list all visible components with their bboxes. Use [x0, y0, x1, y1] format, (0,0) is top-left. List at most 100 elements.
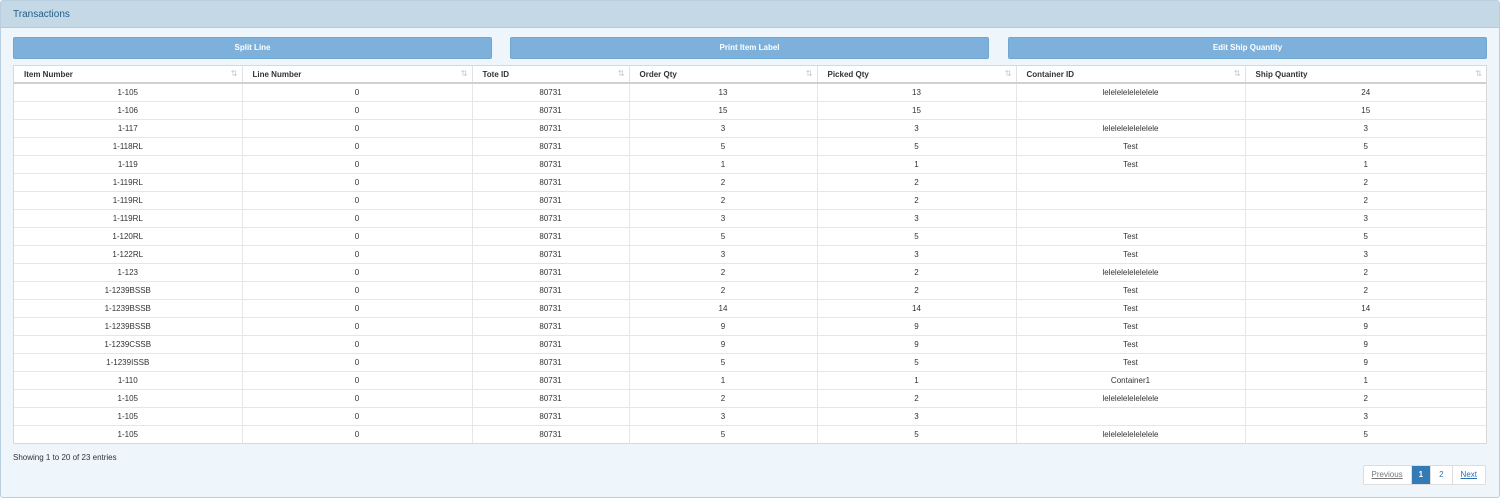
table-cell: 5 — [1245, 137, 1486, 156]
table-row[interactable]: 1-1239BSSB 0 80731 14 14 Test 14 — [14, 299, 1486, 318]
table-cell: 3 — [629, 209, 818, 228]
table-cell: Test — [1016, 335, 1246, 354]
table-cell: 13 — [629, 83, 818, 102]
table-cell: 80731 — [472, 281, 630, 300]
table-row[interactable]: 1-1239BSSB 0 80731 2 2 Test 2 — [14, 281, 1486, 300]
table-row[interactable]: 1-123 0 80731 2 2 lelelelelelelelele 2 — [14, 263, 1486, 282]
table-cell: 1-119RL — [14, 191, 243, 210]
table-cell: 80731 — [472, 263, 630, 282]
previous-page-button[interactable]: Previous — [1364, 466, 1412, 484]
panel-title: Transactions — [1, 1, 1499, 28]
table-cell: 0 — [242, 137, 473, 156]
table-cell: 2 — [1245, 191, 1486, 210]
print-item-label-button[interactable]: Print Item Label — [510, 37, 989, 59]
table-cell: 1-120RL — [14, 227, 243, 246]
sort-icon[interactable]: ⇅ — [231, 69, 238, 79]
table-cell: 3 — [1245, 209, 1486, 228]
table-cell: Test — [1016, 281, 1246, 300]
table-cell: 2 — [817, 281, 1017, 300]
table-cell: 5 — [817, 425, 1017, 443]
table-cell: Test — [1016, 245, 1246, 264]
sort-icon[interactable]: ⇅ — [1234, 69, 1241, 79]
table-row[interactable]: 1-106 0 80731 15 15 15 — [14, 101, 1486, 120]
table-cell: 1 — [629, 155, 818, 174]
table-row[interactable]: 1-105 0 80731 5 5 lelelelelelelelele 5 — [14, 425, 1486, 443]
action-toolbar: Split Line Print Item Label Edit Ship Qu… — [13, 37, 1487, 59]
column-header-container-id[interactable]: Container ID ⇅ — [1016, 66, 1246, 84]
table-cell: 80731 — [472, 245, 630, 264]
column-header-picked-qty[interactable]: Picked Qty ⇅ — [817, 66, 1017, 84]
table-row[interactable]: 1-110 0 80731 1 1 Container1 1 — [14, 371, 1486, 390]
table-cell — [1016, 209, 1246, 228]
table-cell: Test — [1016, 227, 1246, 246]
table-cell: lelelelelelelelele — [1016, 83, 1246, 102]
table-row[interactable]: 1-119RL 0 80731 2 2 2 — [14, 173, 1486, 192]
table-row[interactable]: 1-120RL 0 80731 5 5 Test 5 — [14, 227, 1486, 246]
table-cell: 0 — [242, 335, 473, 354]
column-header-label: Line Number — [252, 69, 302, 79]
table-row[interactable]: 1-1239ISSB 0 80731 5 5 Test 9 — [14, 353, 1486, 372]
table-cell: Test — [1016, 155, 1246, 174]
page-1-button[interactable]: 1 — [1411, 466, 1432, 484]
column-header-item-number[interactable]: Item Number ⇅ — [14, 66, 243, 84]
next-page-button[interactable]: Next — [1453, 466, 1485, 484]
table-cell: 2 — [817, 173, 1017, 192]
page-2-button[interactable]: 2 — [1431, 466, 1453, 484]
table-row[interactable]: 1-119RL 0 80731 2 2 2 — [14, 191, 1486, 210]
table-row[interactable]: 1-1239CSSB 0 80731 9 9 Test 9 — [14, 335, 1486, 354]
table-cell: 2 — [817, 263, 1017, 282]
table-cell: 80731 — [472, 299, 630, 318]
table-cell: 14 — [1245, 299, 1486, 318]
column-header-line-number[interactable]: Line Number ⇅ — [242, 66, 473, 84]
table-cell: 2 — [1245, 173, 1486, 192]
table-cell: 0 — [242, 299, 473, 318]
table-cell: 9 — [817, 317, 1017, 336]
column-header-label: Tote ID — [482, 69, 510, 79]
table-row[interactable]: 1-105 0 80731 2 2 lelelelelelelelele 2 — [14, 389, 1486, 408]
table-row[interactable]: 1-105 0 80731 3 3 3 — [14, 407, 1486, 426]
table-cell: 1-119 — [14, 155, 243, 174]
table-body: 1-105 0 80731 13 13 lelelelelelelelele 24 1-106… — [14, 83, 1486, 443]
table-cell: 80731 — [472, 173, 630, 192]
table-cell: 2 — [817, 191, 1017, 210]
table-row[interactable]: 1-122RL 0 80731 3 3 Test 3 — [14, 245, 1486, 264]
column-header-tote-id[interactable]: Tote ID ⇅ — [472, 66, 630, 84]
edit-ship-quantity-button[interactable]: Edit Ship Quantity — [1008, 37, 1487, 59]
table-cell: 14 — [629, 299, 818, 318]
entries-info: Showing 1 to 20 of 23 entries — [13, 453, 117, 462]
table-row[interactable]: 1-117 0 80731 3 3 lelelelelelelelele 3 — [14, 119, 1486, 138]
table-cell: 1-1239BSSB — [14, 299, 243, 318]
table-cell: 80731 — [472, 353, 630, 372]
split-line-button[interactable]: Split Line — [13, 37, 492, 59]
table-cell: 15 — [629, 101, 818, 120]
table-cell: 15 — [817, 101, 1017, 120]
column-header-order-qty[interactable]: Order Qty ⇅ — [629, 66, 818, 84]
table-cell: 13 — [817, 83, 1017, 102]
table-cell: 1-1239BSSB — [14, 317, 243, 336]
table-cell: 1-119RL — [14, 209, 243, 228]
table-cell: 80731 — [472, 137, 630, 156]
table-cell: 14 — [817, 299, 1017, 318]
table-cell: 3 — [629, 119, 818, 138]
table-cell: 3 — [629, 245, 818, 264]
table-cell: 5 — [1363, 429, 1368, 439]
sort-icon[interactable]: ⇅ — [806, 69, 813, 79]
table-row[interactable]: 1-119 0 80731 1 1 Test 1 — [14, 155, 1486, 174]
table-cell: 5 — [817, 137, 1017, 156]
table-cell: 80731 — [472, 371, 630, 390]
table-row[interactable]: 1-119RL 0 80731 3 3 3 — [14, 209, 1486, 228]
column-header-ship-quantity[interactable]: Ship Quantity ⇅ — [1245, 66, 1486, 84]
table-cell: 24 — [1245, 83, 1486, 102]
sort-icon[interactable]: ⇅ — [618, 69, 625, 79]
table-row[interactable]: 1-105 0 80731 13 13 lelelelelelelelele 24 — [14, 83, 1486, 102]
table-cell: lelelelelelelelele — [1016, 263, 1246, 282]
table-cell: 1-117 — [14, 119, 243, 138]
sort-icon[interactable]: ⇅ — [1005, 69, 1012, 79]
table-row[interactable]: 1-118RL 0 80731 5 5 Test 5 — [14, 137, 1486, 156]
table-row[interactable]: 1-1239BSSB 0 80731 9 9 Test 9 — [14, 317, 1486, 336]
column-header-label: Item Number — [24, 69, 73, 79]
table-cell: 0 — [242, 83, 473, 102]
sort-icon[interactable]: ⇅ — [461, 69, 468, 79]
sort-icon[interactable]: ⇅ — [1475, 69, 1482, 79]
table-cell: 9 — [1245, 317, 1486, 336]
